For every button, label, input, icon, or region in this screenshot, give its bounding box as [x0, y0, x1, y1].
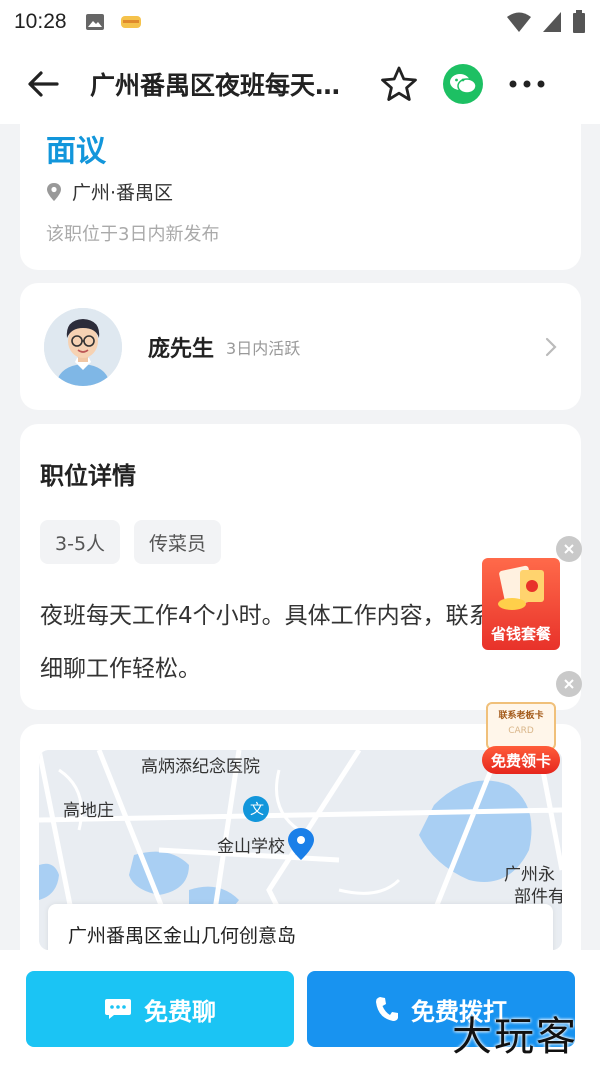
status-time: 10:28 [14, 10, 67, 33]
job-tags: 3-5人 传菜员 [40, 520, 222, 564]
battery-icon [573, 10, 585, 33]
map-label-village: 高地庄 [63, 801, 114, 821]
watermark: 大玩客 [452, 1014, 578, 1060]
boss-card[interactable]: 庞先生 3日内活跃 [20, 283, 581, 410]
salary-text: 面议 [46, 134, 106, 169]
wifi-icon [507, 12, 531, 32]
status-system-icons [506, 10, 586, 34]
location-pin-icon [47, 182, 61, 201]
app-notification-icon [120, 16, 141, 28]
tag-headcount: 3-5人 [40, 520, 121, 564]
more-icon [509, 80, 545, 88]
promo2-card: 联系老板卡 CARD [486, 702, 556, 750]
share-wechat-button[interactable] [438, 59, 488, 109]
status-notification-icons [85, 12, 143, 32]
arrow-left-icon [28, 71, 59, 97]
back-button[interactable] [18, 59, 68, 109]
promo1-close-button[interactable] [556, 536, 582, 562]
avatar [44, 307, 122, 386]
app-bar: 广州番禺区夜班每天工作4个小时 [0, 44, 600, 124]
page-title: 广州番禺区夜班每天工作4个小时 [90, 71, 360, 100]
phone-icon [376, 997, 398, 1021]
promo1-label: 省钱套餐 [490, 625, 551, 643]
close-icon [564, 544, 574, 554]
map-label-hospital: 高炳添纪念医院 [141, 757, 260, 777]
location-row: 广州·番禺区 [46, 178, 173, 205]
boss-name: 庞先生 [148, 336, 215, 362]
red-envelope-icon [498, 565, 544, 610]
map-label-school: 金山学校 [217, 837, 285, 857]
location-text: 广州·番禺区 [72, 182, 174, 204]
detail-title: 职位详情 [40, 462, 136, 490]
favorite-button[interactable] [374, 59, 424, 109]
free-chat-label: 免费聊 [144, 997, 216, 1026]
wechat-icon [443, 64, 483, 104]
more-options-button[interactable] [502, 59, 552, 109]
boss-active-status: 3日内活跃 [226, 338, 301, 358]
chevron-right-icon [545, 337, 557, 356]
promo2-card-text: 联系老板卡 [498, 711, 544, 721]
job-summary-card: 面议 广州·番禺区 该职位于3日内新发布 [20, 124, 581, 270]
promo2-card-sub: CARD [508, 726, 534, 736]
chat-bubble-icon [105, 999, 131, 1019]
job-description: 夜班每天工作4个小时。具体工作内容，联系细聊工作轻松。 [40, 603, 492, 682]
boss-contact-card-promo[interactable]: 联系老板卡 CARD 免费领卡 [482, 692, 560, 782]
svg-text:文: 文 [250, 802, 264, 818]
posted-text: 该职位于3日内新发布 [46, 224, 220, 245]
promo2-button: 免费领卡 [482, 746, 560, 774]
close-icon [564, 679, 574, 689]
tag-position: 传菜员 [134, 520, 222, 564]
savings-package-promo[interactable]: 省钱套餐 [482, 558, 560, 650]
status-bar: 10:28 [0, 0, 600, 44]
free-chat-button[interactable]: 免费聊 [26, 971, 294, 1047]
star-icon [381, 66, 417, 101]
signal-icon [543, 12, 561, 32]
gallery-icon [85, 14, 104, 30]
